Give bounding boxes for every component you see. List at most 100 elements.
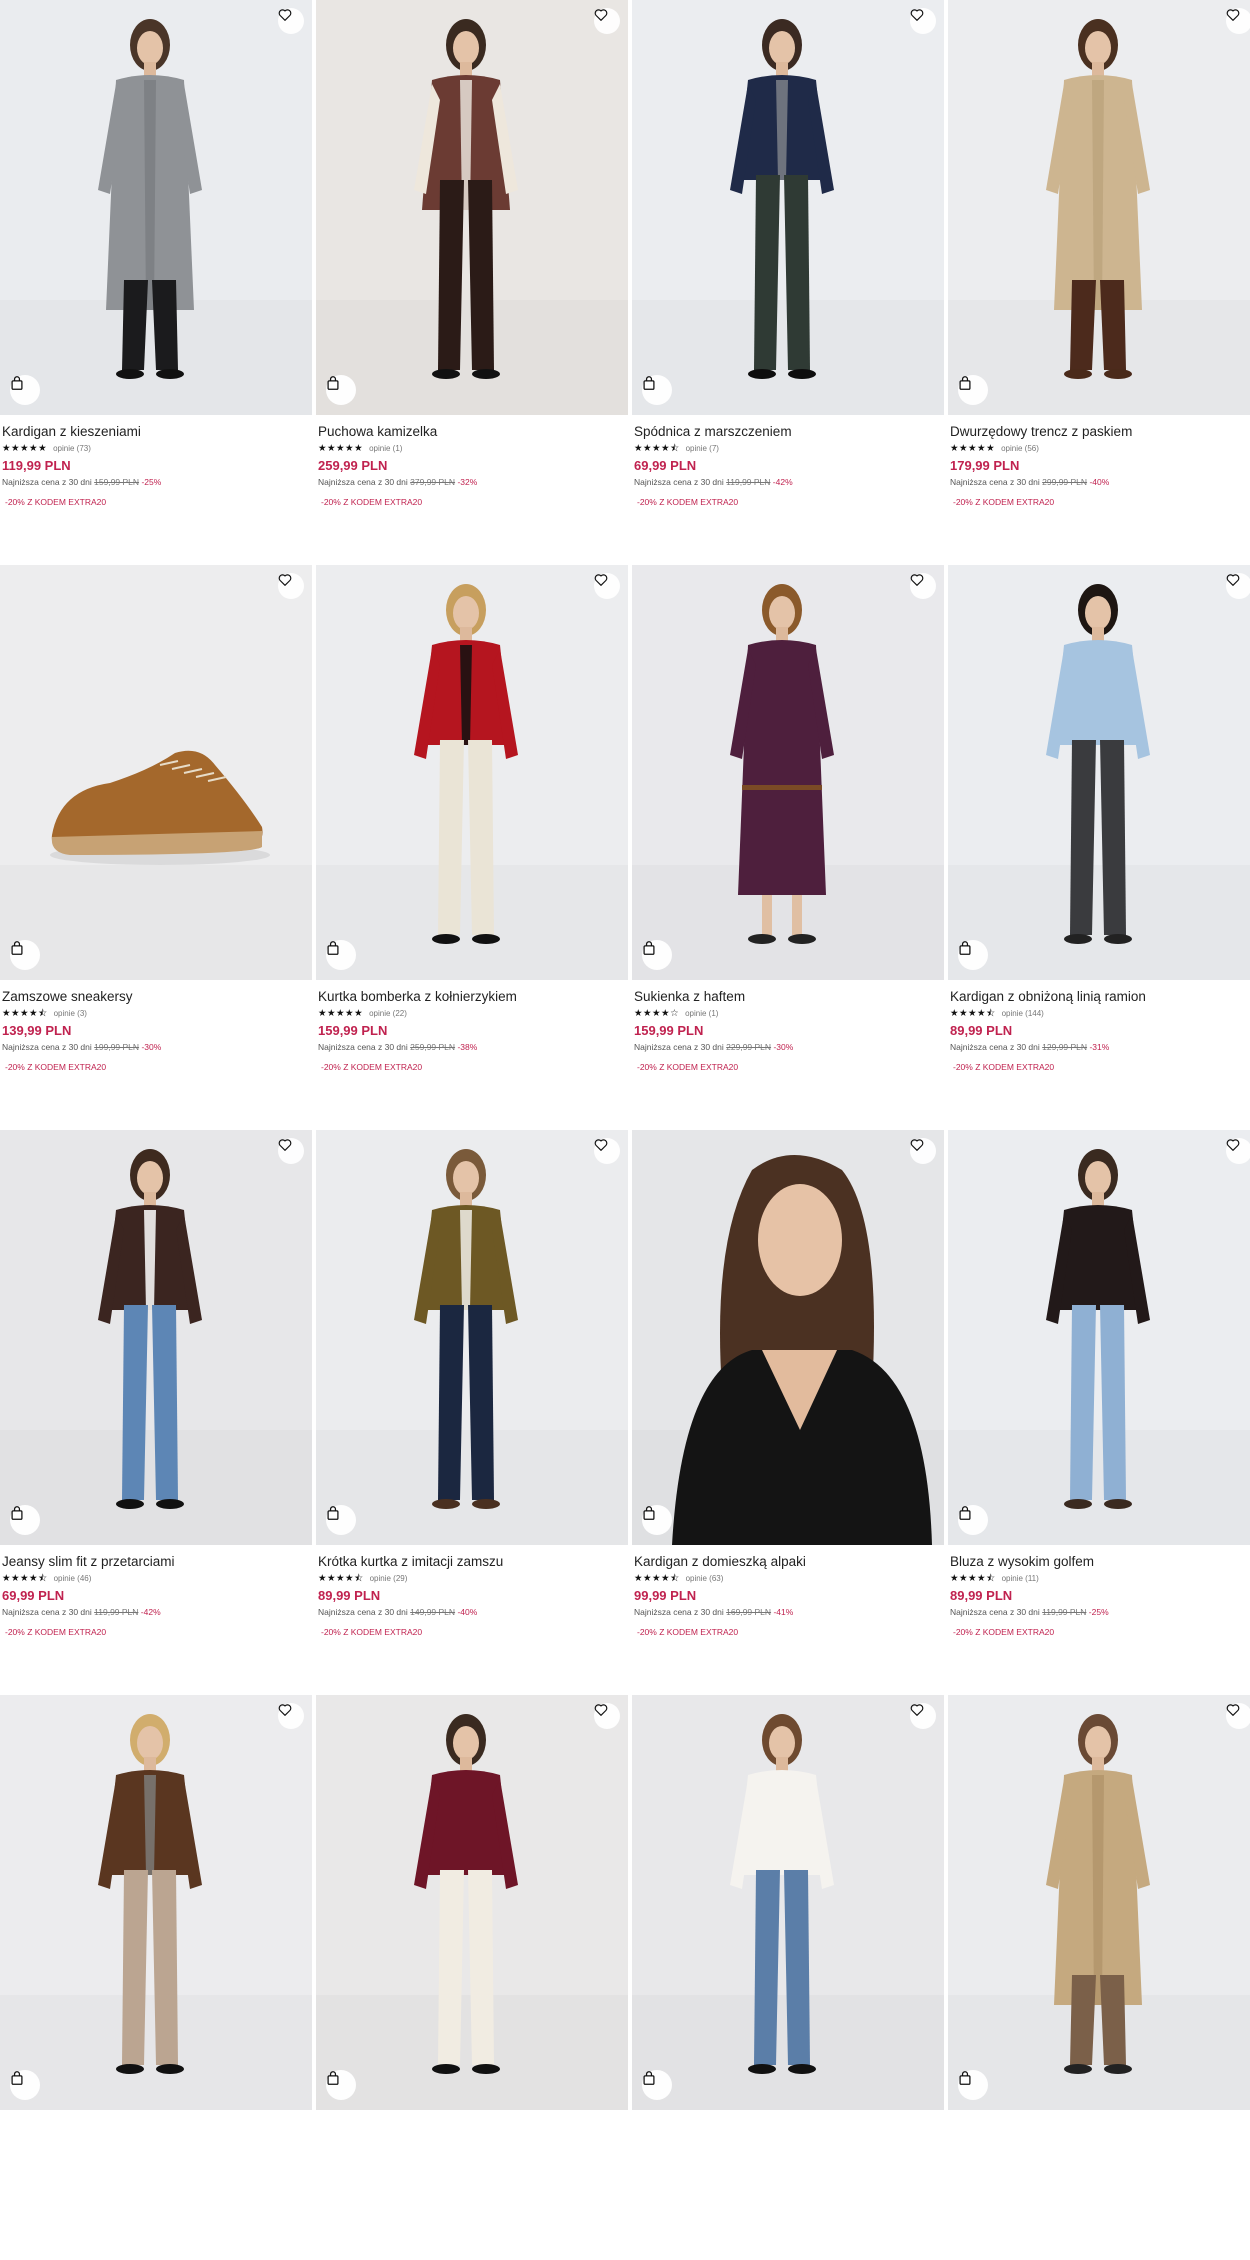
product-card[interactable]: [632, 1695, 944, 2260]
product-image[interactable]: [316, 1130, 628, 1545]
product-image[interactable]: [0, 1695, 312, 2110]
add-to-cart-button[interactable]: [958, 1505, 988, 1535]
product-card[interactable]: [0, 1695, 312, 2260]
product-image[interactable]: [948, 1130, 1250, 1545]
product-title[interactable]: Kurtka bomberka z kołnierzykiem: [318, 988, 628, 1005]
add-to-cart-button[interactable]: [326, 940, 356, 970]
product-title[interactable]: Krótka kurtka z imitacji zamszu: [318, 1553, 628, 1570]
product-image[interactable]: [316, 565, 628, 980]
add-to-cart-button[interactable]: [326, 375, 356, 405]
product-card[interactable]: [948, 1695, 1250, 2260]
product-card[interactable]: Spódnica z marszczeniem ★★★★⯪ opinie (7)…: [632, 0, 944, 565]
review-count[interactable]: opinie (7): [686, 443, 719, 455]
product-card[interactable]: Jeansy slim fit z przetarciami ★★★★⯪ opi…: [0, 1130, 312, 1695]
rating-stars: ★★★★☆: [634, 1008, 680, 1019]
add-to-cart-button[interactable]: [958, 940, 988, 970]
add-to-wishlist-button[interactable]: [1226, 8, 1250, 34]
add-to-wishlist-button[interactable]: [910, 8, 936, 34]
product-title[interactable]: Puchowa kamizelka: [318, 423, 628, 440]
add-to-cart-button[interactable]: [958, 2070, 988, 2100]
review-count[interactable]: opinie (1): [369, 443, 402, 455]
product-image[interactable]: [316, 0, 628, 415]
product-image[interactable]: [632, 565, 944, 980]
review-count[interactable]: opinie (63): [686, 1573, 724, 1585]
rating-stars: ★★★★⯪: [950, 1008, 996, 1019]
add-to-cart-button[interactable]: [10, 1505, 40, 1535]
product-card[interactable]: Puchowa kamizelka ★★★★★ opinie (1) 259,9…: [316, 0, 628, 565]
add-to-wishlist-button[interactable]: [278, 1138, 304, 1164]
add-to-wishlist-button[interactable]: [594, 8, 620, 34]
review-count[interactable]: opinie (11): [1002, 1573, 1039, 1585]
discount-percent: -40%: [457, 1607, 478, 1617]
add-to-cart-button[interactable]: [326, 2070, 356, 2100]
product-title[interactable]: Kardigan z obniżoną linią ramion: [950, 988, 1250, 1005]
add-to-wishlist-button[interactable]: [1226, 1703, 1250, 1729]
product-card[interactable]: [316, 1695, 628, 2260]
product-image[interactable]: [632, 0, 944, 415]
product-image[interactable]: [948, 0, 1250, 415]
old-price: 199,99 PLN: [94, 1042, 140, 1052]
promo-code-badge: -20% Z KODEM EXTRA20: [953, 497, 1055, 507]
add-to-cart-button[interactable]: [10, 375, 40, 405]
product-image[interactable]: [0, 1130, 312, 1545]
product-card[interactable]: Kurtka bomberka z kołnierzykiem ★★★★★ op…: [316, 565, 628, 1130]
add-to-wishlist-button[interactable]: [910, 1703, 936, 1729]
add-to-wishlist-button[interactable]: [594, 573, 620, 599]
add-to-cart-button[interactable]: [642, 375, 672, 405]
product-image[interactable]: [632, 1695, 944, 2110]
add-to-wishlist-button[interactable]: [910, 573, 936, 599]
product-image[interactable]: [0, 565, 312, 980]
product-price: 159,99 PLN: [634, 1023, 704, 1038]
add-to-wishlist-button[interactable]: [594, 1138, 620, 1164]
add-to-cart-button[interactable]: [326, 1505, 356, 1535]
review-count[interactable]: opinie (46): [54, 1573, 92, 1585]
add-to-cart-button[interactable]: [958, 375, 988, 405]
review-count[interactable]: opinie (29): [370, 1573, 408, 1585]
review-count[interactable]: opinie (1): [685, 1008, 718, 1020]
product-image[interactable]: [0, 0, 312, 415]
product-card[interactable]: Zamszowe sneakersy ★★★★⯪ opinie (3) 139,…: [0, 565, 312, 1130]
product-card[interactable]: Kardigan z obniżoną linią ramion ★★★★⯪ o…: [948, 565, 1250, 1130]
product-image[interactable]: [948, 1695, 1250, 2110]
product-title[interactable]: Jeansy slim fit z przetarciami: [2, 1553, 312, 1570]
add-to-wishlist-button[interactable]: [278, 8, 304, 34]
lowest-price-label: Najniższa cena z 30 dni: [634, 1607, 724, 1617]
product-photo: [948, 565, 1250, 980]
add-to-wishlist-button[interactable]: [910, 1138, 936, 1164]
add-to-wishlist-button[interactable]: [278, 1703, 304, 1729]
add-to-wishlist-button[interactable]: [1226, 1138, 1250, 1164]
add-to-cart-button[interactable]: [10, 940, 40, 970]
product-price: 89,99 PLN: [950, 1588, 1013, 1603]
add-to-wishlist-button[interactable]: [1226, 573, 1250, 599]
review-count[interactable]: opinie (144): [1002, 1008, 1044, 1020]
product-title[interactable]: Kardigan z domieszką alpaki: [634, 1553, 944, 1570]
add-to-wishlist-button[interactable]: [278, 573, 304, 599]
product-card[interactable]: Krótka kurtka z imitacji zamszu ★★★★⯪ op…: [316, 1130, 628, 1695]
product-image[interactable]: [948, 565, 1250, 980]
review-count[interactable]: opinie (3): [54, 1008, 87, 1020]
product-rating: ★★★★★ opinie (1): [318, 443, 628, 455]
product-title[interactable]: Bluza z wysokim golfem: [950, 1553, 1250, 1570]
product-card[interactable]: Kardigan z kieszeniami ★★★★★ opinie (73)…: [0, 0, 312, 565]
product-title[interactable]: Sukienka z haftem: [634, 988, 944, 1005]
add-to-wishlist-button[interactable]: [594, 1703, 620, 1729]
product-title[interactable]: Dwurzędowy trencz z paskiem: [950, 423, 1250, 440]
review-count[interactable]: opinie (22): [369, 1008, 407, 1020]
product-card[interactable]: Kardigan z domieszką alpaki ★★★★⯪ opinie…: [632, 1130, 944, 1695]
product-title[interactable]: Kardigan z kieszeniami: [2, 423, 312, 440]
add-to-cart-button[interactable]: [642, 940, 672, 970]
add-to-cart-button[interactable]: [642, 2070, 672, 2100]
product-image[interactable]: [316, 1695, 628, 2110]
add-to-cart-button[interactable]: [10, 2070, 40, 2100]
product-title[interactable]: Zamszowe sneakersy: [2, 988, 312, 1005]
product-image[interactable]: [632, 1130, 944, 1545]
add-to-cart-button[interactable]: [642, 1505, 672, 1535]
product-card[interactable]: Sukienka z haftem ★★★★☆ opinie (1) 159,9…: [632, 565, 944, 1130]
product-card[interactable]: Dwurzędowy trencz z paskiem ★★★★★ opinie…: [948, 0, 1250, 565]
product-card[interactable]: Bluza z wysokim golfem ★★★★⯪ opinie (11)…: [948, 1130, 1250, 1695]
review-count[interactable]: opinie (73): [53, 443, 91, 455]
lowest-price-info: Najniższa cena z 30 dni 119,99 PLN -25%: [950, 1606, 1250, 1618]
product-photo: [632, 0, 944, 415]
review-count[interactable]: opinie (56): [1001, 443, 1039, 455]
product-title[interactable]: Spódnica z marszczeniem: [634, 423, 944, 440]
